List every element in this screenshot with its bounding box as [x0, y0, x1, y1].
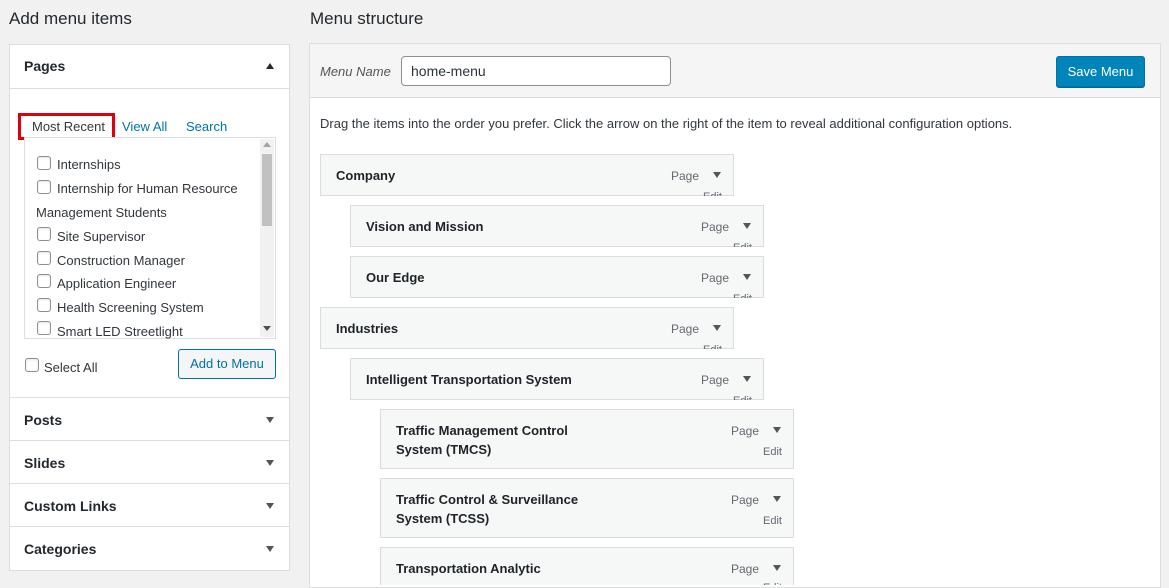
menu-item-title: Company [336, 168, 396, 183]
menu-item-type: Page [671, 322, 700, 336]
menu-name-label: Menu Name [320, 64, 391, 79]
custom-links-panel-title: Custom Links [24, 498, 117, 514]
checkbox-site-supervisor[interactable] [37, 227, 51, 241]
posts-panel-title: Posts [24, 412, 63, 428]
list-item-continued: Management Students [36, 205, 167, 220]
menu-item-toggle-icon[interactable] [773, 565, 781, 571]
menu-item-our-edge[interactable]: Our Edge Page Edit [350, 256, 764, 298]
custom-links-panel[interactable]: Custom Links [9, 483, 290, 527]
menu-item-toggle-icon[interactable] [713, 172, 721, 178]
checkbox-internship-hr[interactable] [37, 180, 51, 194]
pages-panel-header[interactable]: Pages [10, 45, 289, 89]
menu-item-toggle-icon[interactable] [773, 427, 781, 433]
categories-panel[interactable]: Categories [9, 526, 290, 571]
scrollbar-thumb[interactable] [262, 154, 272, 226]
list-item: Application Engineer [57, 276, 177, 291]
menu-item-type: Page [731, 424, 760, 438]
slides-panel-title: Slides [24, 455, 66, 471]
menu-item-title-line2: System (TMCS) [396, 442, 492, 457]
menu-item-title-line2: System (TCSS) [396, 511, 490, 526]
drag-instructions: Drag the items into the order you prefer… [320, 116, 1013, 131]
list-item: Construction Manager [57, 253, 185, 268]
menu-item-type: Page [731, 493, 760, 507]
save-menu-button[interactable]: Save Menu [1056, 56, 1145, 87]
menu-item-type: Page [671, 169, 700, 183]
tab-view-all[interactable]: View All [122, 119, 167, 134]
slides-panel[interactable]: Slides [9, 440, 290, 484]
menu-item-toggle-icon[interactable] [773, 496, 781, 502]
menu-item-title: Industries [336, 321, 399, 336]
menu-item-company[interactable]: Company Page Edit [320, 154, 734, 196]
expand-down-icon [266, 460, 274, 466]
list-item: Smart LED Streetlight [57, 324, 183, 339]
menu-item-edit-link[interactable]: Edit [703, 191, 722, 196]
menu-item-tcss[interactable]: Traffic Control & Surveillance System (T… [380, 478, 794, 538]
menu-item-industries[interactable]: Industries Page Edit [320, 307, 734, 349]
menu-item-edit-link[interactable]: Edit [733, 242, 752, 247]
menu-item-vision-mission[interactable]: Vision and Mission Page Edit [350, 205, 764, 247]
menu-item-toggle-icon[interactable] [743, 274, 751, 280]
posts-panel[interactable]: Posts [9, 397, 290, 441]
menu-item-type: Page [701, 373, 730, 387]
menu-item-title: Our Edge [366, 270, 425, 285]
checkbox-health-screening[interactable] [37, 298, 51, 312]
menu-item-toggle-icon[interactable] [743, 223, 751, 229]
menu-item-title: Traffic Control & Surveillance [396, 492, 579, 507]
menu-item-toggle-icon[interactable] [713, 325, 721, 331]
menu-item-title: Traffic Management Control [396, 423, 568, 438]
expand-down-icon [266, 417, 274, 423]
checkbox-application-engineer[interactable] [37, 274, 51, 288]
menu-item-title: Intelligent Transportation System [366, 372, 572, 387]
menu-item-title: Transportation Analytic [396, 561, 541, 576]
tab-most-recent[interactable]: Most Recent [32, 119, 105, 134]
pages-panel-title: Pages [24, 58, 66, 74]
list-item: Internship for Human Resource [57, 181, 238, 196]
menu-item-edit-link[interactable]: Edit [763, 515, 782, 527]
menu-structure-heading: Menu structure [310, 9, 424, 28]
menu-item-edit-link[interactable]: Edit [763, 446, 782, 458]
add-menu-items-heading: Add menu items [9, 9, 132, 28]
list-item: Site Supervisor [57, 229, 146, 244]
select-all-checkbox[interactable] [25, 358, 39, 372]
menu-item-transportation-analytic[interactable]: Transportation Analytic Page Edit [380, 547, 794, 585]
menu-item-edit-link[interactable]: Edit [733, 395, 752, 400]
menu-item-type: Page [731, 562, 760, 576]
menu-item-toggle-icon[interactable] [743, 376, 751, 382]
add-to-menu-button[interactable]: Add to Menu [178, 349, 276, 379]
list-item: Health Screening System [57, 300, 204, 315]
expand-down-icon [266, 546, 274, 552]
categories-panel-title: Categories [24, 541, 97, 557]
menu-name-input[interactable]: home-menu [401, 56, 671, 86]
expand-down-icon [266, 503, 274, 509]
scroll-up-icon[interactable] [263, 142, 271, 147]
list-item: Internships [57, 157, 121, 172]
collapse-up-icon [266, 63, 274, 69]
checkbox-smart-led[interactable] [37, 321, 51, 335]
menu-item-tmcs[interactable]: Traffic Management Control System (TMCS)… [380, 409, 794, 469]
scroll-down-icon[interactable] [263, 326, 271, 331]
checkbox-internships[interactable] [37, 156, 51, 170]
menu-item-edit-link[interactable]: Edit [733, 293, 752, 298]
tab-search[interactable]: Search [186, 119, 227, 134]
menu-item-edit-link[interactable]: Edit [703, 344, 722, 349]
menu-item-type: Page [701, 220, 730, 234]
menu-item-type: Page [701, 271, 730, 285]
checkbox-construction-manager[interactable] [37, 251, 51, 265]
menu-item-title: Vision and Mission [366, 219, 484, 234]
menu-item-its[interactable]: Intelligent Transportation System Page E… [350, 358, 764, 400]
select-all-label: Select All [44, 360, 98, 375]
